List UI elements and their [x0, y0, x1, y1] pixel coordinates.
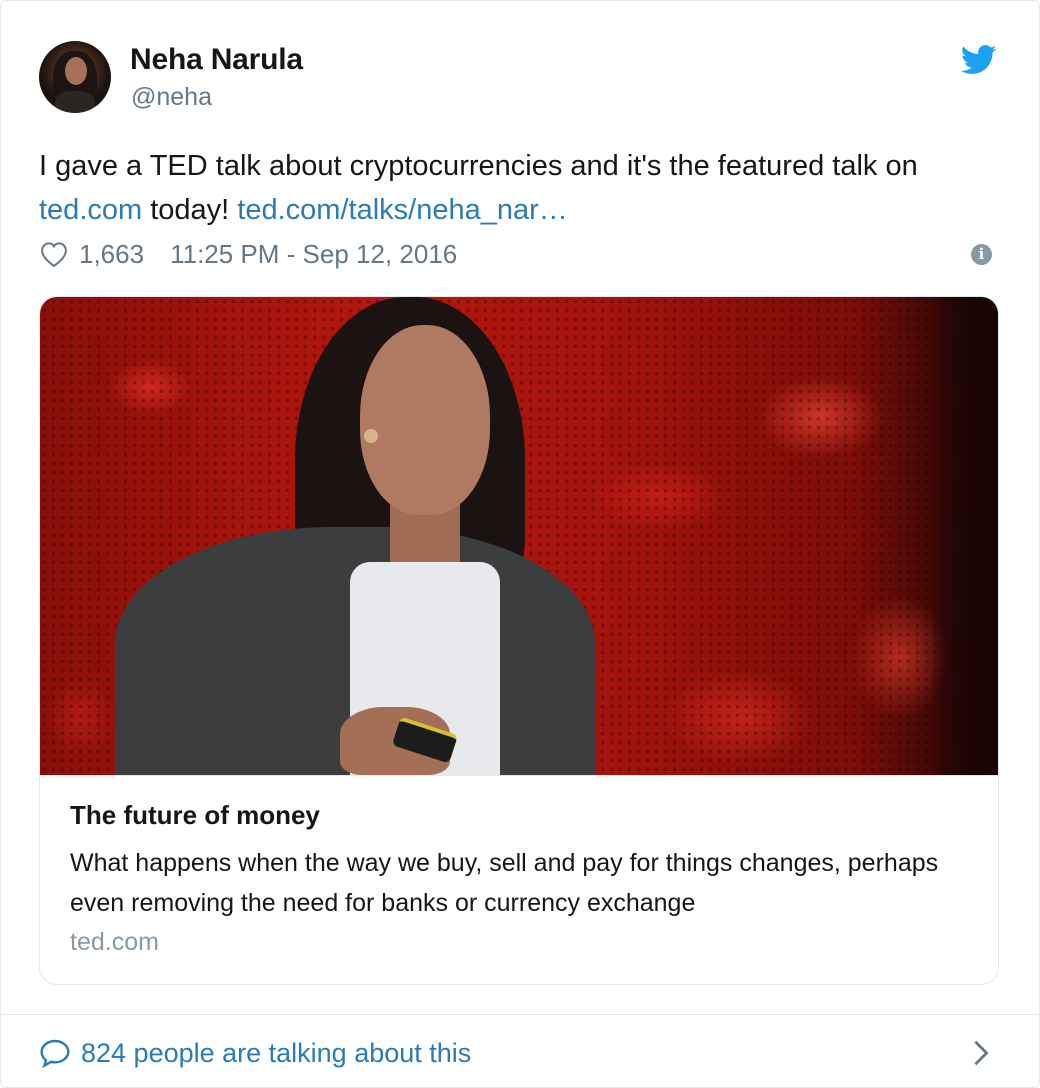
- speaker-face: [360, 325, 490, 515]
- like-count[interactable]: 1,663: [79, 239, 144, 270]
- info-icon[interactable]: i: [971, 244, 992, 265]
- tweet-text-middle: today!: [142, 194, 238, 226]
- embedded-tweet: Neha Narula @neha I gave a TED talk abou…: [0, 0, 1040, 1088]
- card-body: The future of money What happens when th…: [40, 775, 998, 984]
- author-handle[interactable]: @neha: [131, 83, 212, 112]
- author-display-name[interactable]: Neha Narula: [130, 43, 303, 77]
- card-image-shadow: [930, 297, 998, 775]
- avatar-face: [65, 57, 87, 85]
- twitter-bird-icon[interactable]: [961, 45, 997, 75]
- heart-icon[interactable]: [39, 240, 69, 268]
- tweet-meta: 1,663 11:25 PM - Sep 12, 2016: [39, 236, 457, 272]
- conversation-count[interactable]: 824 people are talking about this: [81, 1038, 471, 1069]
- chevron-right-icon[interactable]: [971, 1039, 991, 1067]
- speech-bubble-icon: [40, 1039, 70, 1068]
- author-avatar[interactable]: [39, 41, 111, 113]
- footer-divider: [1, 1014, 1040, 1015]
- tweet-timestamp[interactable]: 11:25 PM - Sep 12, 2016: [170, 239, 457, 270]
- card-description: What happens when the way we buy, sell a…: [70, 849, 939, 917]
- conversation-link[interactable]: 824 people are talking about this: [39, 1033, 471, 1073]
- tweet-link-ted[interactable]: ted.com: [39, 194, 142, 226]
- tweet-link-talk[interactable]: ted.com/talks/neha_nar…: [237, 194, 567, 226]
- card-domain: ted.com: [70, 928, 159, 956]
- tweet-text: I gave a TED talk about cryptocurrencies…: [39, 144, 999, 232]
- speaker-microphone: [364, 429, 378, 443]
- tweet-text-intro: I gave a TED talk about cryptocurrencies…: [39, 150, 918, 182]
- avatar-shirt: [55, 91, 95, 113]
- card-title: The future of money: [70, 800, 320, 830]
- link-preview-card[interactable]: The future of money What happens when th…: [39, 296, 999, 985]
- card-image: [40, 297, 998, 775]
